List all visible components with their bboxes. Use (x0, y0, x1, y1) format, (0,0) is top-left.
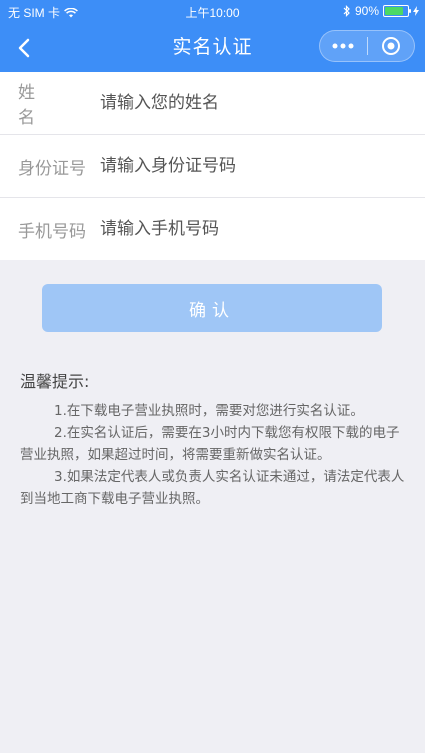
more-button[interactable] (320, 31, 367, 61)
phone-input[interactable] (100, 219, 425, 239)
nav-bar: 实名认证 (0, 24, 425, 72)
status-bar: 无 SIM 卡 上午10:00 90% (0, 0, 425, 24)
battery-percent: 90% (354, 4, 379, 18)
battery-icon (383, 5, 411, 17)
confirm-button[interactable]: 确认 (42, 284, 382, 332)
tip-item: 1.在下载电子营业执照时，需要对您进行实名认证。 (54, 403, 364, 419)
battery-fill (385, 7, 403, 15)
close-program-button[interactable] (368, 31, 415, 61)
phone-row: 手机号码 (0, 198, 425, 260)
bluetooth-icon (343, 5, 350, 17)
name-row: 姓名 (0, 72, 425, 135)
charging-icon (413, 6, 419, 16)
target-close-icon (381, 37, 400, 55)
id-number-label: 身份证号 (18, 158, 86, 179)
name-label: 姓名 (18, 83, 63, 128)
tip-item: 2.在实名认证后，需要在3小时内下载您有权限下载的电子营业执照，如果超过时间，将… (20, 425, 400, 463)
id-number-row: 身份证号 (0, 135, 425, 198)
mini-program-capsule (319, 30, 415, 62)
tips-section: 温馨提示: 1.在下载电子营业执照时，需要对您进行实名认证。 2.在实名认证后，… (0, 332, 425, 510)
name-input[interactable] (100, 93, 425, 113)
more-dots-icon (332, 43, 354, 49)
tip-item: 3.如果法定代表人或负责人实名认证未通过，请法定代表人到当地工商下载电子营业执照… (20, 469, 405, 507)
header: 无 SIM 卡 上午10:00 90% 实名认证 (0, 0, 425, 72)
phone-label: 手机号码 (18, 221, 86, 242)
id-number-input[interactable] (100, 156, 425, 176)
tips-title: 温馨提示: (20, 372, 90, 391)
verification-form: 姓名 身份证号 手机号码 (0, 72, 425, 260)
